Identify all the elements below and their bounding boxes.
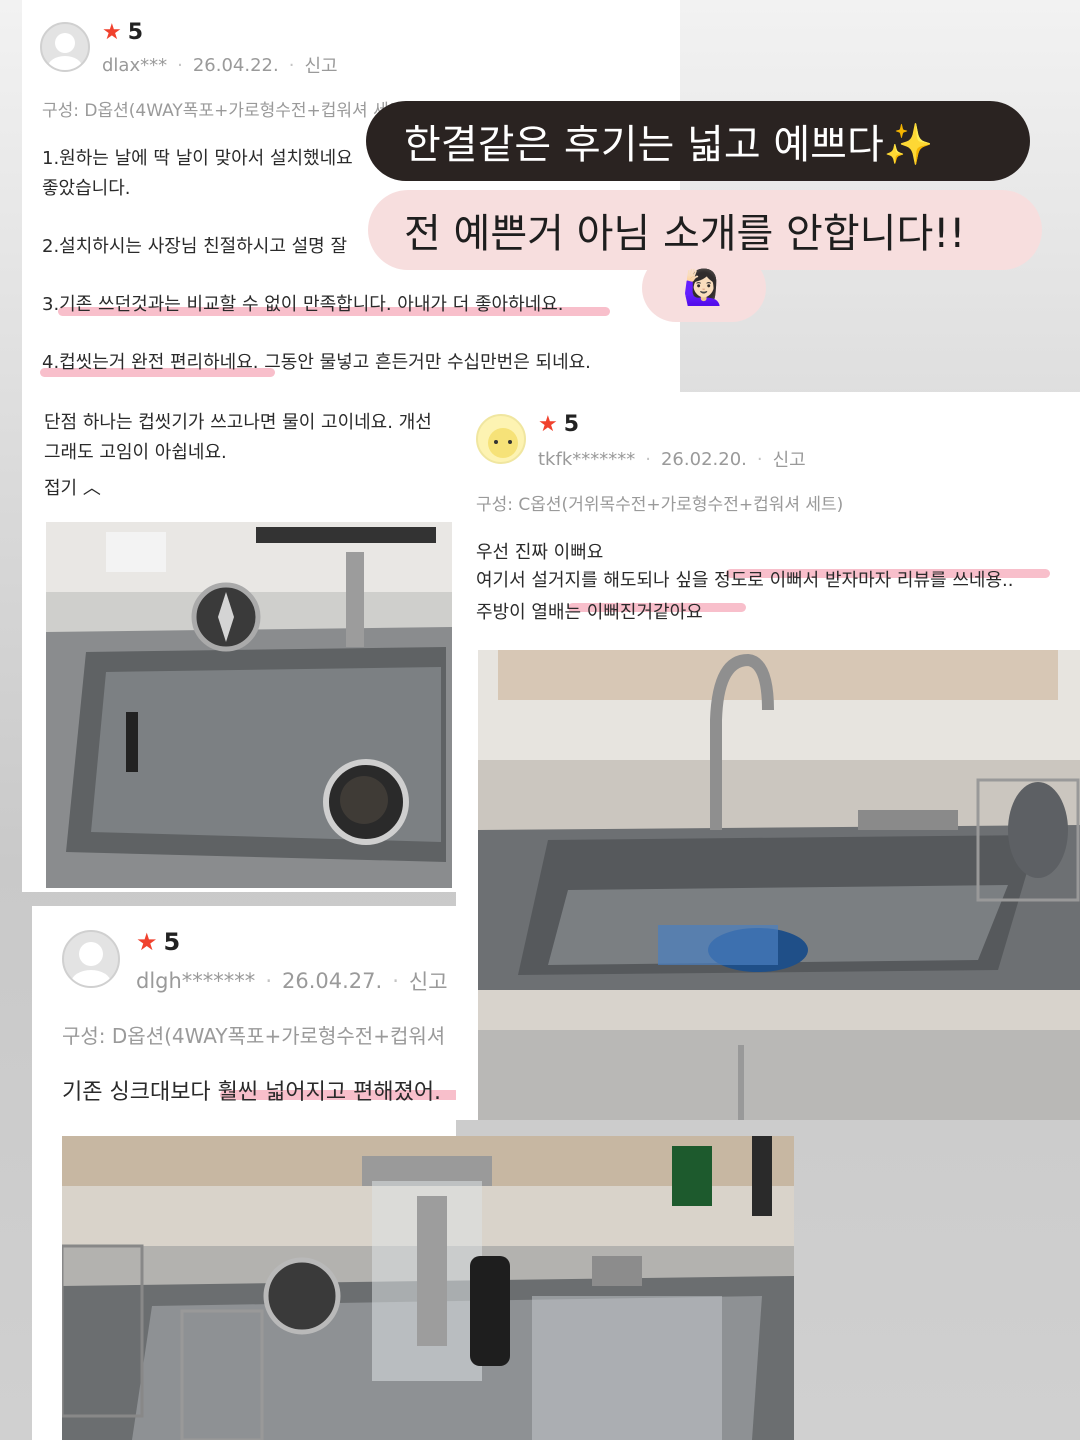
avatar-placeholder-icon: [62, 930, 120, 988]
review-meta: dlgh******* · 26.04.27. · 신고: [136, 966, 448, 996]
review-line-7: 그래도 고임이 아쉽네요.: [44, 442, 227, 463]
report-link[interactable]: 신고: [304, 52, 337, 78]
review-line-1: 기존 싱크대보다 훨씬 넓어지고 편해졌어.: [62, 1080, 442, 1105]
review-photo-1: [46, 522, 452, 888]
report-link[interactable]: 신고: [409, 966, 448, 996]
rating-value: 5: [163, 928, 181, 956]
review-line-4: 3.기존 쓰던것과는 비교할 수 없이 만족합니다. 아내가 더 좋아하네요.: [42, 294, 564, 315]
rating: ★ 5: [102, 20, 143, 45]
rating-value: 5: [127, 20, 144, 45]
overlay-caption-1: 한결같은 후기는 넓고 예쁘다✨: [366, 101, 1030, 181]
collapse-label: 접기: [44, 478, 78, 499]
username: dlgh*******: [136, 969, 256, 993]
overlay-text-1: 한결같은 후기는 넓고 예쁘다✨: [404, 122, 934, 168]
review-line-1: 우선 진짜 이뻐요: [476, 542, 604, 563]
review-date: 26.04.27.: [282, 969, 383, 993]
review-line-5: 4.컵씻는거 완전 편리하네요. 그동안 물넣고 흔든거만 수십만번은 되네요.: [42, 352, 591, 373]
avatar-chick-icon: [476, 414, 526, 464]
review-line-6: 단점 하나는 컵씻기가 쓰고나면 물이 고이네요. 개선: [44, 412, 432, 433]
rating: ★ 5: [136, 928, 180, 956]
overlay-emoji-bubble: 🙋🏻‍♀️: [642, 254, 766, 322]
star-icon: ★: [136, 928, 158, 956]
product-option: 구성: D옵션(4WAY폭포+가로형수전+컵워셔: [62, 1024, 446, 1048]
product-option: 구성: D옵션(4WAY폭포+가로형수전+컵워셔 세트): [42, 101, 412, 121]
star-icon: ★: [538, 412, 558, 437]
review-date: 26.02.20.: [660, 448, 747, 470]
report-link[interactable]: 신고: [773, 446, 806, 472]
review-line-3: 2.설치하시는 사장님 친절하시고 설명 잘: [42, 236, 348, 257]
overlay-text-2: 전 예쁜거 아님 소개를 안합니다!!: [404, 211, 966, 257]
review-photo-3: [62, 1136, 794, 1440]
rating: ★ 5: [538, 412, 579, 437]
collapse-button[interactable]: 접기 ︿: [44, 474, 101, 500]
product-option: 구성: C옵션(거위목수전+가로형수전+컵워셔 세트): [476, 495, 844, 515]
review-line-2: 좋았습니다.: [42, 178, 131, 199]
review-date: 26.04.22.: [192, 54, 279, 76]
review-card-2: ★ 5 tkfk******* · 26.02.20. · 신고 구성: C옵션…: [456, 392, 1080, 1120]
raise-hand-emoji: 🙋🏻‍♀️: [682, 268, 726, 308]
review-line-1: 1.원하는 날에 딱 날이 맞아서 설치했네요: [42, 148, 353, 169]
username: tkfk*******: [538, 448, 636, 470]
username: dlax***: [102, 54, 168, 76]
avatar-placeholder-icon: [40, 22, 90, 72]
chevron-up-icon: ︿: [77, 478, 101, 499]
review-line-2: 여기서 설거지를 해도되나 싶을 정도로 이뻐서 받자마자 리뷰를 쓰네용..: [476, 570, 1014, 591]
review-meta: dlax*** · 26.04.22. · 신고: [102, 52, 338, 78]
review-photo-2: [478, 650, 1080, 1120]
review-line-3: 주방이 열배는 이뻐진거같아요: [476, 602, 703, 623]
review-meta: tkfk******* · 26.02.20. · 신고: [538, 446, 806, 472]
star-icon: ★: [102, 20, 122, 45]
rating-value: 5: [563, 412, 580, 437]
